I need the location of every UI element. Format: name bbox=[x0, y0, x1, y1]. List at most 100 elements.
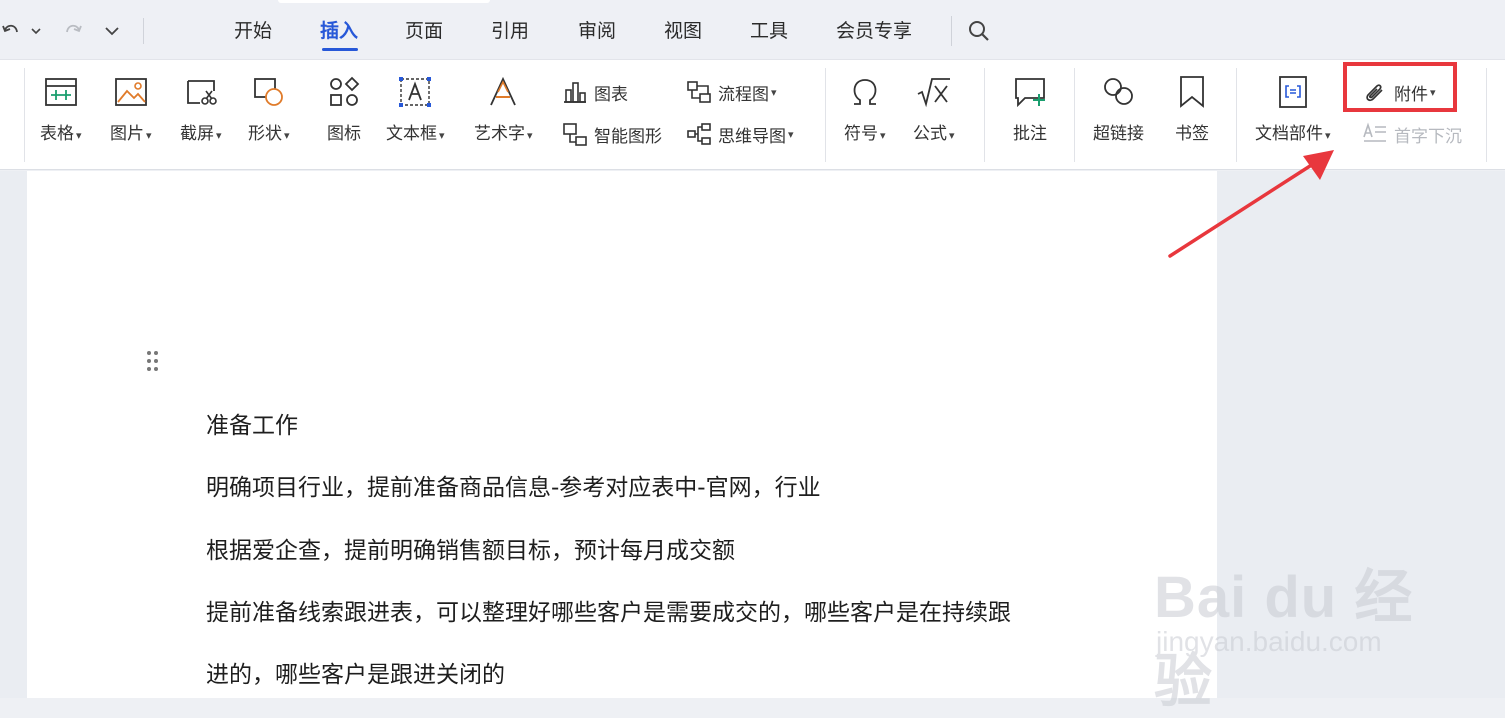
active-tab-underline bbox=[322, 48, 358, 51]
document-paragraph[interactable]: 根据爱企查，提前明确销售额目标，预计每月成交额 bbox=[206, 536, 735, 566]
document-heading[interactable]: 准备工作 bbox=[206, 411, 298, 441]
comment-button[interactable]: 批注 bbox=[1010, 72, 1050, 144]
shape-button[interactable]: 形状 ▾ bbox=[248, 72, 290, 146]
chevron-down-icon: ▾ bbox=[880, 129, 886, 142]
search-icon bbox=[969, 21, 989, 41]
picture-button[interactable]: 图片 ▾ bbox=[110, 72, 152, 146]
wordart-label: 艺术字 bbox=[474, 124, 525, 144]
undo-icon bbox=[2, 24, 18, 33]
table-button[interactable]: 表格 ▾ bbox=[40, 72, 82, 146]
undo-button[interactable] bbox=[0, 18, 22, 44]
comment-icon bbox=[1010, 72, 1050, 112]
mindmap-icon bbox=[686, 121, 712, 147]
tab-tools[interactable]: 工具 bbox=[750, 18, 788, 44]
drop-cap-label: 首字下沉 bbox=[1394, 126, 1462, 147]
mindmap-button[interactable]: 思维导图 ▾ bbox=[686, 120, 794, 148]
textbox-button[interactable]: 文本框 ▾ bbox=[386, 72, 445, 146]
chevron-down-icon: ▾ bbox=[146, 129, 152, 142]
shape-label: 形状 bbox=[248, 124, 282, 144]
ribbon-divider bbox=[1074, 68, 1075, 162]
document-paragraph[interactable]: 进的，哪些客户是跟进关闭的 bbox=[206, 660, 505, 690]
annotation-arrow bbox=[1168, 150, 1334, 258]
textbox-label: 文本框 bbox=[386, 124, 437, 144]
ribbon-divider bbox=[984, 68, 985, 162]
menu-tab-bar: 开始 插入 页面 引用 审阅 视图 工具 会员专享 bbox=[0, 0, 1505, 60]
flowchart-icon bbox=[686, 79, 712, 105]
shape-icon bbox=[249, 72, 289, 112]
tab-review[interactable]: 审阅 bbox=[578, 18, 616, 44]
search-button[interactable] bbox=[966, 18, 992, 44]
tab-page[interactable]: 页面 bbox=[405, 18, 443, 44]
bookmark-icon bbox=[1172, 72, 1212, 112]
attachment-highlight-box bbox=[1343, 62, 1457, 112]
picture-icon bbox=[111, 72, 151, 112]
symbol-label: 符号 bbox=[844, 124, 878, 144]
wordart-button[interactable]: 艺术字 ▾ bbox=[474, 72, 533, 146]
chevron-down-icon: ▾ bbox=[771, 85, 777, 99]
tab-indicator-strip bbox=[278, 0, 490, 3]
tab-home[interactable]: 开始 bbox=[234, 18, 272, 44]
toolbar-divider bbox=[951, 16, 952, 46]
wordart-icon bbox=[483, 72, 523, 112]
toolbar-divider bbox=[143, 18, 144, 44]
screenshot-label: 截屏 bbox=[180, 124, 214, 144]
picture-label: 图片 bbox=[110, 124, 144, 144]
document-paragraph[interactable]: 明确项目行业，提前准备商品信息-参考对应表中-官网，行业 bbox=[206, 473, 821, 503]
drop-cap-icon bbox=[1362, 121, 1388, 147]
flowchart-button[interactable]: 流程图 ▾ bbox=[686, 78, 777, 106]
mindmap-label: 思维导图 bbox=[718, 126, 786, 147]
omega-icon bbox=[845, 72, 885, 112]
tab-references[interactable]: 引用 bbox=[491, 18, 529, 44]
square-root-icon bbox=[914, 72, 954, 112]
icon-library-label: 图标 bbox=[327, 124, 361, 144]
chevron-down-icon: ▾ bbox=[76, 129, 82, 142]
icon-library-button[interactable]: 图标 bbox=[324, 72, 364, 144]
chevron-down-icon: ▾ bbox=[439, 129, 445, 142]
chevron-down-icon: ▾ bbox=[949, 129, 955, 142]
undo-dropdown-button[interactable] bbox=[28, 18, 44, 44]
chart-label: 图表 bbox=[594, 84, 628, 105]
screenshot-button[interactable]: 截屏 ▾ bbox=[180, 72, 222, 146]
chevron-down-icon: ▾ bbox=[284, 129, 290, 142]
chevron-down-icon: ▾ bbox=[216, 129, 222, 142]
quick-access-more-button[interactable] bbox=[102, 18, 122, 44]
document-parts-icon bbox=[1273, 72, 1313, 112]
table-label: 表格 bbox=[40, 124, 74, 144]
chevron-down-icon: ▾ bbox=[788, 127, 794, 141]
formula-label: 公式 bbox=[913, 124, 947, 144]
chart-button[interactable]: 图表 bbox=[562, 78, 628, 106]
smartart-icon bbox=[562, 121, 588, 147]
document-paragraph[interactable]: 提前准备线索跟进表，可以整理好哪些客户是需要成交的，哪些客户是在持续跟 bbox=[206, 598, 1011, 628]
smartart-label: 智能图形 bbox=[594, 126, 662, 147]
smartart-button[interactable]: 智能图形 bbox=[562, 120, 662, 148]
chevron-down-icon: ▾ bbox=[527, 129, 533, 142]
watermark-url: jingyan.baidu.com bbox=[1156, 626, 1382, 657]
bookmark-button[interactable]: 书签 bbox=[1172, 72, 1212, 144]
redo-button[interactable] bbox=[62, 18, 84, 44]
drop-cap-button[interactable]: 首字下沉 bbox=[1362, 120, 1462, 148]
table-icon bbox=[41, 72, 81, 112]
tab-view[interactable]: 视图 bbox=[664, 18, 702, 44]
hyperlink-button[interactable]: 超链接 bbox=[1093, 72, 1144, 144]
baidu-watermark: Bai du 经验 jingyan.baidu.com bbox=[1150, 530, 1450, 714]
chevron-down-icon bbox=[105, 27, 119, 36]
formula-button[interactable]: 公式 ▾ bbox=[913, 72, 955, 146]
link-icon bbox=[1099, 72, 1139, 112]
icon-library-icon bbox=[324, 72, 364, 112]
chevron-down-icon bbox=[31, 28, 41, 35]
hyperlink-label: 超链接 bbox=[1093, 124, 1144, 144]
tab-insert[interactable]: 插入 bbox=[320, 18, 358, 44]
document-parts-button[interactable]: 文档部件 ▾ bbox=[1255, 72, 1331, 146]
tab-member[interactable]: 会员专享 bbox=[836, 18, 912, 44]
scissors-icon bbox=[181, 72, 221, 112]
ribbon-divider bbox=[825, 68, 826, 162]
textbox-icon bbox=[395, 72, 435, 112]
drag-handle-icon[interactable] bbox=[146, 350, 160, 374]
ribbon-divider bbox=[24, 68, 25, 162]
flowchart-label: 流程图 bbox=[718, 84, 769, 105]
bar-chart-icon bbox=[562, 79, 588, 105]
comment-label: 批注 bbox=[1013, 124, 1047, 144]
ribbon-divider bbox=[1486, 68, 1487, 162]
redo-icon bbox=[66, 24, 82, 33]
symbol-button[interactable]: 符号 ▾ bbox=[844, 72, 886, 146]
